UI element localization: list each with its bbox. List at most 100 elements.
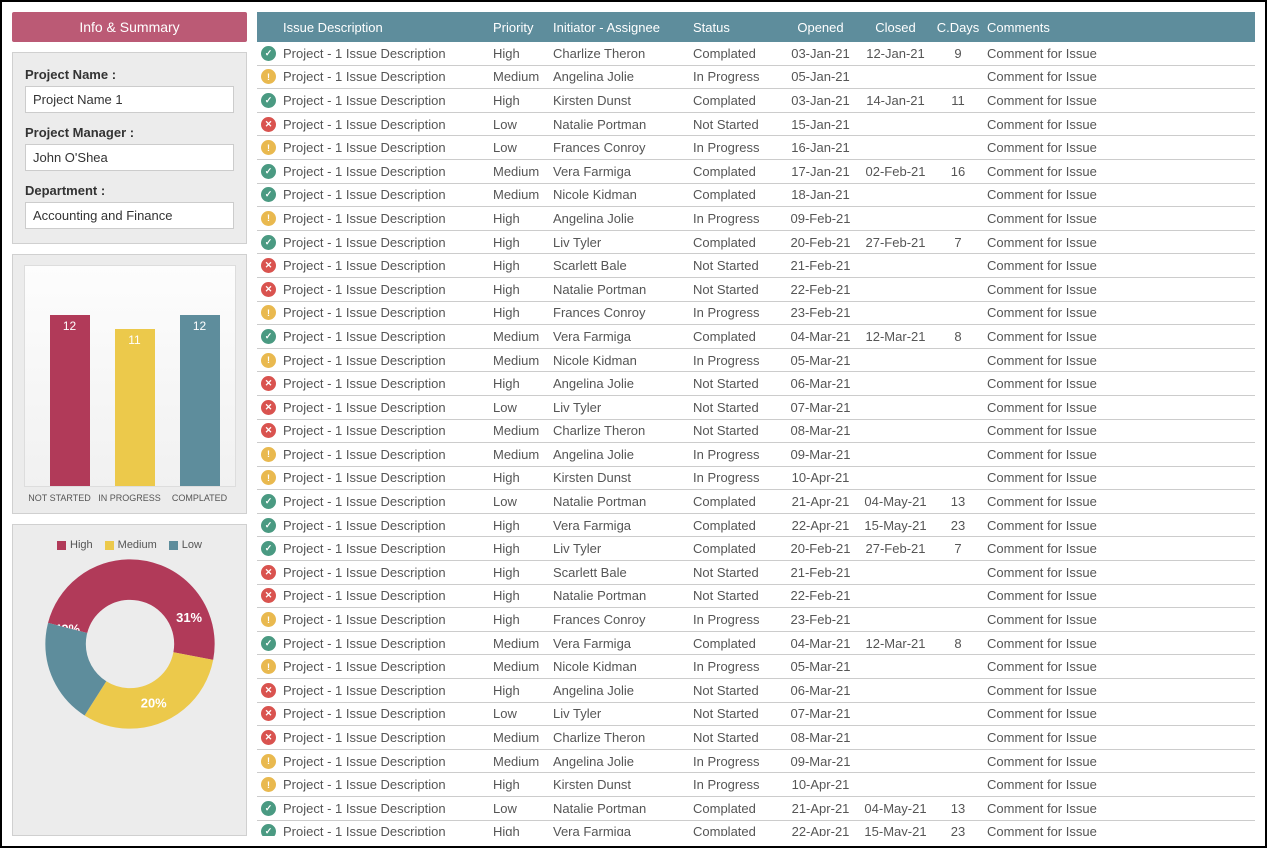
table-row[interactable]: ✓Project - 1 Issue DescriptionHighVera F… [257, 821, 1255, 836]
cell-initiator: Charlize Theron [553, 46, 693, 61]
cell-opened: 06-Mar-21 [783, 376, 858, 391]
cell-status: Complated [693, 164, 783, 179]
table-row[interactable]: ✕Project - 1 Issue DescriptionLowLiv Tyl… [257, 703, 1255, 727]
cell-status: Complated [693, 518, 783, 533]
cell-status: Complated [693, 93, 783, 108]
table-row[interactable]: !Project - 1 Issue DescriptionHighAngeli… [257, 207, 1255, 231]
table-row[interactable]: ✓Project - 1 Issue DescriptionMediumVera… [257, 325, 1255, 349]
cell-comments: Comment for Issue [983, 565, 1255, 580]
cell-comments: Comment for Issue [983, 541, 1255, 556]
cross-icon: ✕ [261, 376, 276, 391]
table-row[interactable]: ✕Project - 1 Issue DescriptionLowLiv Tyl… [257, 396, 1255, 420]
table-row[interactable]: ✓Project - 1 Issue DescriptionHighCharli… [257, 42, 1255, 66]
table-row[interactable]: ✕Project - 1 Issue DescriptionHighScarle… [257, 561, 1255, 585]
table-row[interactable]: ✕Project - 1 Issue DescriptionHighAngeli… [257, 679, 1255, 703]
table-row[interactable]: !Project - 1 Issue DescriptionHighFrance… [257, 608, 1255, 632]
cell-comments: Comment for Issue [983, 258, 1255, 273]
table-row[interactable]: ✓Project - 1 Issue DescriptionLowNatalie… [257, 797, 1255, 821]
table-row[interactable]: ✕Project - 1 Issue DescriptionHighScarle… [257, 254, 1255, 278]
project-name-value[interactable]: Project Name 1 [25, 86, 234, 113]
table-row[interactable]: ✓Project - 1 Issue DescriptionLowNatalie… [257, 490, 1255, 514]
table-row[interactable]: ✕Project - 1 Issue DescriptionHighNatali… [257, 278, 1255, 302]
cell-closed: 12-Mar-21 [858, 329, 933, 344]
cell-priority: High [493, 282, 553, 297]
check-icon: ✓ [261, 187, 276, 202]
cell-initiator: Natalie Portman [553, 117, 693, 132]
table-row[interactable]: !Project - 1 Issue DescriptionHighFrance… [257, 302, 1255, 326]
cell-opened: 08-Mar-21 [783, 423, 858, 438]
table-row[interactable]: ✕Project - 1 Issue DescriptionMediumChar… [257, 726, 1255, 750]
cell-description: Project - 1 Issue Description [283, 754, 493, 769]
cell-comments: Comment for Issue [983, 494, 1255, 509]
cell-description: Project - 1 Issue Description [283, 824, 493, 836]
cell-opened: 10-Apr-21 [783, 470, 858, 485]
cell-opened: 22-Apr-21 [783, 824, 858, 836]
cell-closed: 02-Feb-21 [858, 164, 933, 179]
check-icon: ✓ [261, 824, 276, 836]
cell-description: Project - 1 Issue Description [283, 777, 493, 792]
table-row[interactable]: ✓Project - 1 Issue DescriptionHighKirste… [257, 89, 1255, 113]
cell-status: In Progress [693, 447, 783, 462]
cell-initiator: Nicole Kidman [553, 353, 693, 368]
cell-description: Project - 1 Issue Description [283, 140, 493, 155]
table-row[interactable]: ✓Project - 1 Issue DescriptionMediumVera… [257, 160, 1255, 184]
cell-closed: 12-Mar-21 [858, 636, 933, 651]
table-body[interactable]: ✓Project - 1 Issue DescriptionHighCharli… [257, 42, 1255, 836]
cell-days: 16 [933, 164, 983, 179]
table-row[interactable]: !Project - 1 Issue DescriptionMediumAnge… [257, 66, 1255, 90]
table-row[interactable]: ✓Project - 1 Issue DescriptionMediumVera… [257, 632, 1255, 656]
cell-description: Project - 1 Issue Description [283, 659, 493, 674]
cell-comments: Comment for Issue [983, 46, 1255, 61]
cell-opened: 09-Feb-21 [783, 211, 858, 226]
cell-comments: Comment for Issue [983, 730, 1255, 745]
table-row[interactable]: ✕Project - 1 Issue DescriptionLowNatalie… [257, 113, 1255, 137]
table-row[interactable]: ✓Project - 1 Issue DescriptionHighVera F… [257, 514, 1255, 538]
warn-icon: ! [261, 777, 276, 792]
table-row[interactable]: !Project - 1 Issue DescriptionHighKirste… [257, 773, 1255, 797]
donut-label-low: 20% [140, 695, 166, 710]
cross-icon: ✕ [261, 683, 276, 698]
table-row[interactable]: ✕Project - 1 Issue DescriptionHighAngeli… [257, 372, 1255, 396]
table-row[interactable]: !Project - 1 Issue DescriptionMediumNico… [257, 655, 1255, 679]
cell-status: Complated [693, 541, 783, 556]
cell-opened: 22-Apr-21 [783, 518, 858, 533]
table-row[interactable]: !Project - 1 Issue DescriptionMediumNico… [257, 349, 1255, 373]
header-days: C.Days [933, 20, 983, 35]
table-row[interactable]: ✓Project - 1 Issue DescriptionHighLiv Ty… [257, 537, 1255, 561]
cross-icon: ✕ [261, 423, 276, 438]
table-row[interactable]: ✕Project - 1 Issue DescriptionHighNatali… [257, 585, 1255, 609]
warn-icon: ! [261, 140, 276, 155]
cell-priority: High [493, 683, 553, 698]
table-row[interactable]: !Project - 1 Issue DescriptionHighKirste… [257, 467, 1255, 491]
project-manager-value[interactable]: John O'Shea [25, 144, 234, 171]
cell-priority: Low [493, 494, 553, 509]
cell-status: Complated [693, 46, 783, 61]
department-value[interactable]: Accounting and Finance [25, 202, 234, 229]
cell-status: Complated [693, 187, 783, 202]
table-row[interactable]: !Project - 1 Issue DescriptionMediumAnge… [257, 443, 1255, 467]
table-row[interactable]: ✕Project - 1 Issue DescriptionMediumChar… [257, 420, 1255, 444]
cell-closed: 04-May-21 [858, 494, 933, 509]
cell-comments: Comment for Issue [983, 235, 1255, 250]
cross-icon: ✕ [261, 730, 276, 745]
cell-opened: 23-Feb-21 [783, 612, 858, 627]
cell-description: Project - 1 Issue Description [283, 235, 493, 250]
cell-closed: 15-May-21 [858, 518, 933, 533]
tab-info-summary[interactable]: Info & Summary [12, 12, 247, 42]
table-row[interactable]: !Project - 1 Issue DescriptionLowFrances… [257, 136, 1255, 160]
cell-description: Project - 1 Issue Description [283, 730, 493, 745]
cell-description: Project - 1 Issue Description [283, 447, 493, 462]
cell-priority: High [493, 211, 553, 226]
table-row[interactable]: ✓Project - 1 Issue DescriptionHighLiv Ty… [257, 231, 1255, 255]
cell-status: Not Started [693, 683, 783, 698]
cell-status: In Progress [693, 612, 783, 627]
cross-icon: ✕ [261, 565, 276, 580]
cell-status: Not Started [693, 282, 783, 297]
cell-status: In Progress [693, 470, 783, 485]
table-row[interactable]: !Project - 1 Issue DescriptionMediumAnge… [257, 750, 1255, 774]
header-comments: Comments [983, 20, 1255, 35]
cell-comments: Comment for Issue [983, 93, 1255, 108]
cell-status: In Progress [693, 659, 783, 674]
table-row[interactable]: ✓Project - 1 Issue DescriptionMediumNico… [257, 184, 1255, 208]
cell-opened: 21-Apr-21 [783, 494, 858, 509]
